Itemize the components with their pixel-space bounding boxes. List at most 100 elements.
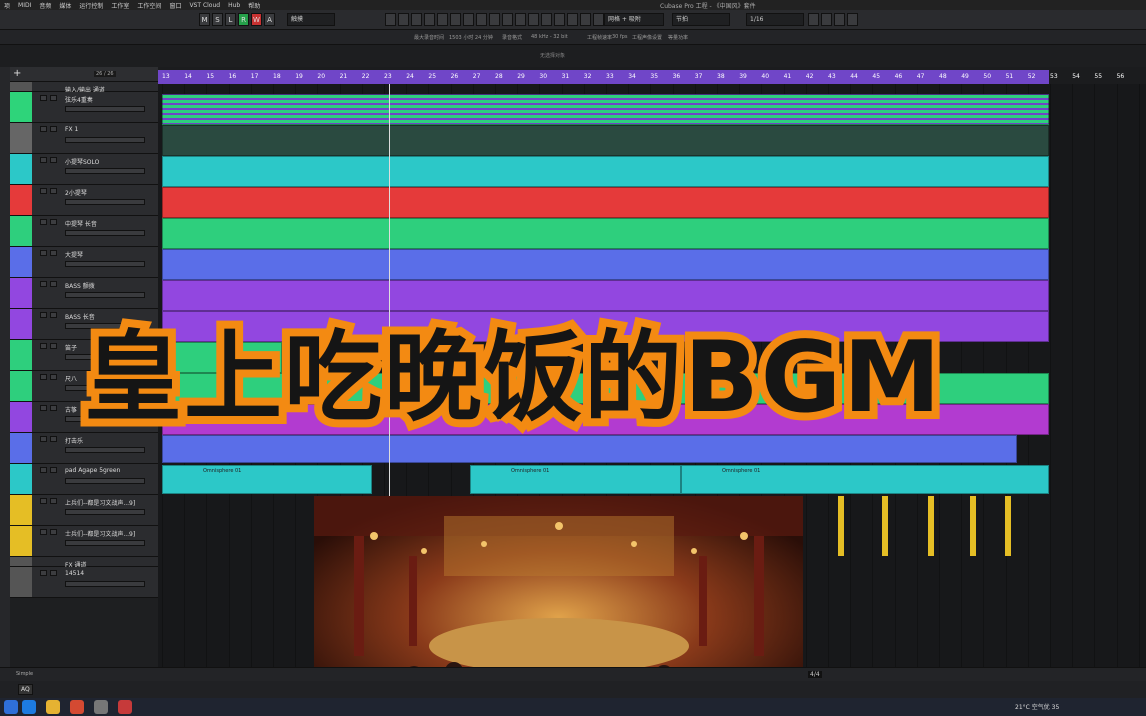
touch-mode-select[interactable]: 触摸	[287, 13, 335, 26]
audio-event[interactable]	[882, 496, 888, 556]
mute-button[interactable]	[40, 374, 47, 380]
solo-button[interactable]	[50, 343, 57, 349]
mute-button[interactable]	[40, 250, 47, 256]
track-header[interactable]: FX 通道	[10, 557, 158, 569]
tool-icon[interactable]	[424, 13, 435, 26]
tool-icon[interactable]	[580, 13, 591, 26]
edge-icon[interactable]	[22, 700, 36, 714]
explorer-icon[interactable]	[46, 700, 60, 714]
midi-clip[interactable]	[162, 249, 1049, 280]
mute-button[interactable]	[40, 157, 47, 163]
track-header[interactable]: 2小提琴	[10, 185, 158, 216]
solo-button[interactable]	[50, 281, 57, 287]
audio-event[interactable]	[838, 496, 844, 556]
tool-icon[interactable]	[385, 13, 396, 26]
snap-type-select[interactable]: 节拍	[672, 13, 730, 26]
mute-button[interactable]	[40, 188, 47, 194]
omnisphere-clip[interactable]: Omnisphere 01	[162, 465, 372, 494]
tool-icon[interactable]	[567, 13, 578, 26]
tool-icon[interactable]	[515, 13, 526, 26]
audio-event[interactable]	[928, 496, 934, 556]
midi-clip[interactable]	[162, 218, 1049, 249]
aq-button[interactable]: AQ	[18, 684, 33, 695]
solo-button[interactable]	[50, 405, 57, 411]
audio-event[interactable]	[970, 496, 976, 556]
midi-clip[interactable]	[162, 94, 1049, 125]
mute-button[interactable]	[40, 312, 47, 318]
track-header[interactable]: 士兵们--都是习文战声...9]	[10, 526, 158, 557]
mode-button-a[interactable]: A	[264, 13, 275, 26]
mute-button[interactable]	[40, 126, 47, 132]
chrome-icon[interactable]	[70, 700, 84, 714]
tool-icon[interactable]	[528, 13, 539, 26]
solo-button[interactable]	[50, 570, 57, 576]
tool-icon[interactable]	[593, 13, 604, 26]
menu-item[interactable]: 帮助	[248, 1, 260, 10]
mode-button-l[interactable]: L	[225, 13, 236, 26]
track-header[interactable]: pad Agape 5green	[10, 464, 158, 495]
right-tool-icon[interactable]	[808, 13, 819, 26]
solo-button[interactable]	[50, 374, 57, 380]
menu-item[interactable]: 媒体	[59, 1, 71, 10]
solo-button[interactable]	[50, 467, 57, 473]
midi-clip[interactable]	[162, 156, 1049, 187]
solo-button[interactable]	[50, 95, 57, 101]
mute-button[interactable]	[40, 95, 47, 101]
track-header[interactable]: 弦乐4重奏	[10, 92, 158, 123]
tool-icon[interactable]	[398, 13, 409, 26]
mode-button-w[interactable]: W	[251, 13, 262, 26]
menu-item[interactable]: VST Cloud	[189, 2, 220, 9]
solo-button[interactable]	[50, 312, 57, 318]
tool-icon[interactable]	[476, 13, 487, 26]
mute-button[interactable]	[40, 436, 47, 442]
settings-icon[interactable]	[94, 700, 108, 714]
menu-item[interactable]: Hub	[228, 2, 240, 9]
tool-icon[interactable]	[502, 13, 513, 26]
mute-button[interactable]	[40, 570, 47, 576]
solo-button[interactable]	[50, 126, 57, 132]
track-header[interactable]: 上兵们--都是习文战声...9]	[10, 495, 158, 526]
tool-icon[interactable]	[541, 13, 552, 26]
mode-button-m[interactable]: M	[199, 13, 210, 26]
mute-button[interactable]	[40, 219, 47, 225]
midi-clip[interactable]	[162, 187, 1049, 218]
track-header[interactable]: 中提琴 长音	[10, 216, 158, 247]
menu-item[interactable]: 音频	[39, 1, 51, 10]
track-header[interactable]: FX 1	[10, 123, 158, 154]
track-header[interactable]: 输入/输出 通道	[10, 82, 158, 94]
midi-clip[interactable]	[162, 125, 1049, 156]
solo-button[interactable]	[50, 219, 57, 225]
solo-button[interactable]	[50, 250, 57, 256]
tool-icon[interactable]	[411, 13, 422, 26]
quantize-select[interactable]: 1/16	[746, 13, 804, 26]
tool-icon[interactable]	[450, 13, 461, 26]
solo-button[interactable]	[50, 529, 57, 535]
menu-item[interactable]: 运行控制	[79, 1, 103, 10]
mode-button-r[interactable]: R	[238, 13, 249, 26]
solo-button[interactable]	[50, 436, 57, 442]
track-header[interactable]: 大提琴	[10, 247, 158, 278]
tool-icon[interactable]	[463, 13, 474, 26]
tool-icon[interactable]	[554, 13, 565, 26]
track-header[interactable]: 14514	[10, 567, 158, 598]
right-tool-icon[interactable]	[847, 13, 858, 26]
solo-button[interactable]	[50, 498, 57, 504]
menu-item[interactable]: MIDI	[18, 2, 31, 9]
mode-button-s[interactable]: S	[212, 13, 223, 26]
mute-button[interactable]	[40, 529, 47, 535]
mute-button[interactable]	[40, 405, 47, 411]
mute-button[interactable]	[40, 467, 47, 473]
right-tool-icon[interactable]	[821, 13, 832, 26]
start-icon[interactable]	[4, 700, 18, 714]
menu-item[interactable]: 工作空间	[137, 1, 161, 10]
mute-button[interactable]	[40, 343, 47, 349]
timeline-ruler[interactable]: 13 14 15 16 17 18 19 20 21 22 23 24 25 26 27 28 29 30 31 32…	[158, 70, 1146, 84]
cubase-icon[interactable]	[118, 700, 132, 714]
omnisphere-clip[interactable]: Omnisphere 01	[681, 465, 1049, 494]
tool-icon[interactable]	[437, 13, 448, 26]
tool-icon[interactable]	[489, 13, 500, 26]
solo-button[interactable]	[50, 188, 57, 194]
right-tool-icon[interactable]	[834, 13, 845, 26]
menu-item[interactable]: 窗口	[169, 1, 181, 10]
time-signature[interactable]: 4/4	[808, 671, 822, 678]
